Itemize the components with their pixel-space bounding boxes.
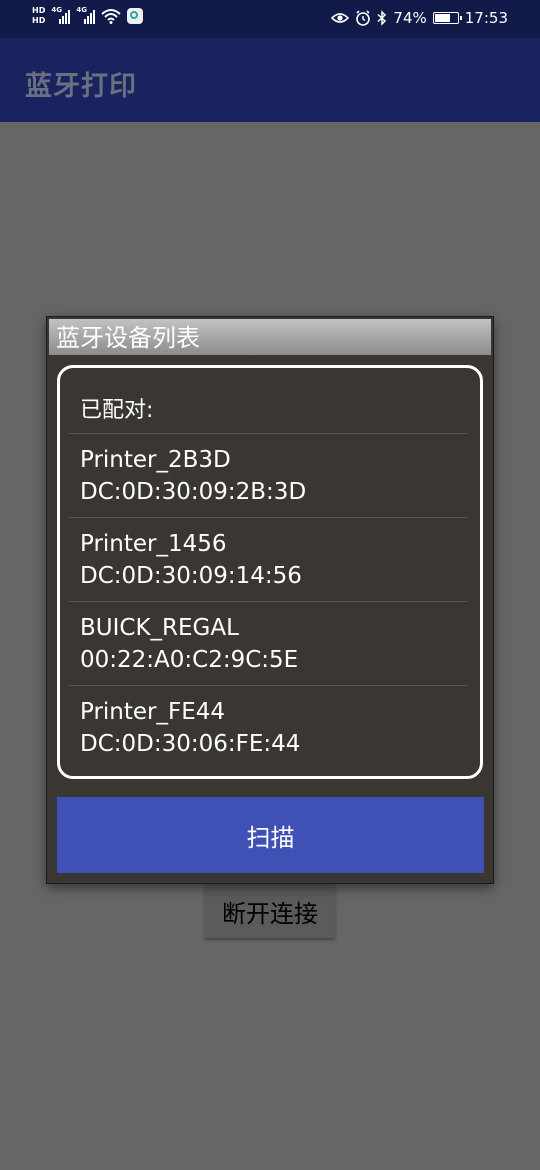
disconnect-button[interactable]: 断开连接: [205, 884, 335, 938]
battery-percent: 74%: [393, 9, 427, 27]
battery-icon: [432, 12, 462, 24]
device-address: DC:0D:30:06:FE:44: [80, 731, 301, 757]
device-address: 00:22:A0:C2:9C:5E: [80, 647, 299, 673]
status-bar: HD HD 4G 4G 74% 17:53: [0, 0, 540, 38]
hd-icon: HD HD: [32, 6, 45, 26]
alarm-icon: [356, 10, 371, 26]
hd-label-2: HD: [32, 16, 46, 25]
hd-label-1: HD: [32, 6, 46, 15]
scan-button[interactable]: 扫描: [57, 797, 484, 873]
status-right-icons: 74% 17:53: [331, 8, 508, 28]
list-divider: [68, 433, 468, 434]
device-name: Printer_1456: [80, 531, 227, 557]
device-name: Printer_2B3D: [80, 447, 231, 473]
app-bar: 蓝牙打印: [0, 38, 540, 122]
network-type-1: 4G: [51, 6, 62, 14]
device-address: DC:0D:30:09:14:56: [80, 563, 302, 589]
device-address: DC:0D:30:09:2B:3D: [80, 479, 307, 505]
app-title: 蓝牙打印: [25, 71, 137, 102]
bluetooth-device-dialog: 蓝牙设备列表 已配对: Printer_2B3D DC:0D:30:09:2B:…: [47, 317, 493, 883]
device-item-printer-fe44[interactable]: Printer_FE44 DC:0D:30:06:FE:44: [80, 696, 300, 760]
eye-icon: [331, 13, 350, 23]
device-name: Printer_FE44: [80, 699, 226, 725]
signal-icon-2: 4G: [76, 6, 96, 24]
wifi-icon: [101, 9, 122, 24]
dialog-title: 蓝牙设备列表: [49, 319, 491, 355]
bluetooth-icon: [377, 10, 387, 26]
device-list[interactable]: 已配对: Printer_2B3D DC:0D:30:09:2B:3D Prin…: [57, 365, 483, 779]
paired-header: 已配对:: [80, 398, 154, 423]
network-type-2: 4G: [76, 6, 87, 14]
clock: 17:53: [464, 9, 508, 27]
signal-icon: 4G: [51, 6, 71, 24]
list-divider: [68, 685, 468, 686]
device-item-printer-1456[interactable]: Printer_1456 DC:0D:30:09:14:56: [80, 528, 302, 592]
app-notification-icon: [127, 8, 144, 24]
status-left-icons: HD HD 4G 4G: [32, 6, 144, 26]
list-divider: [68, 601, 468, 602]
device-item-printer-2b3d[interactable]: Printer_2B3D DC:0D:30:09:2B:3D: [80, 444, 306, 508]
list-divider: [68, 517, 468, 518]
device-item-buick-regal[interactable]: BUICK_REGAL 00:22:A0:C2:9C:5E: [80, 612, 298, 676]
device-name: BUICK_REGAL: [80, 615, 239, 641]
